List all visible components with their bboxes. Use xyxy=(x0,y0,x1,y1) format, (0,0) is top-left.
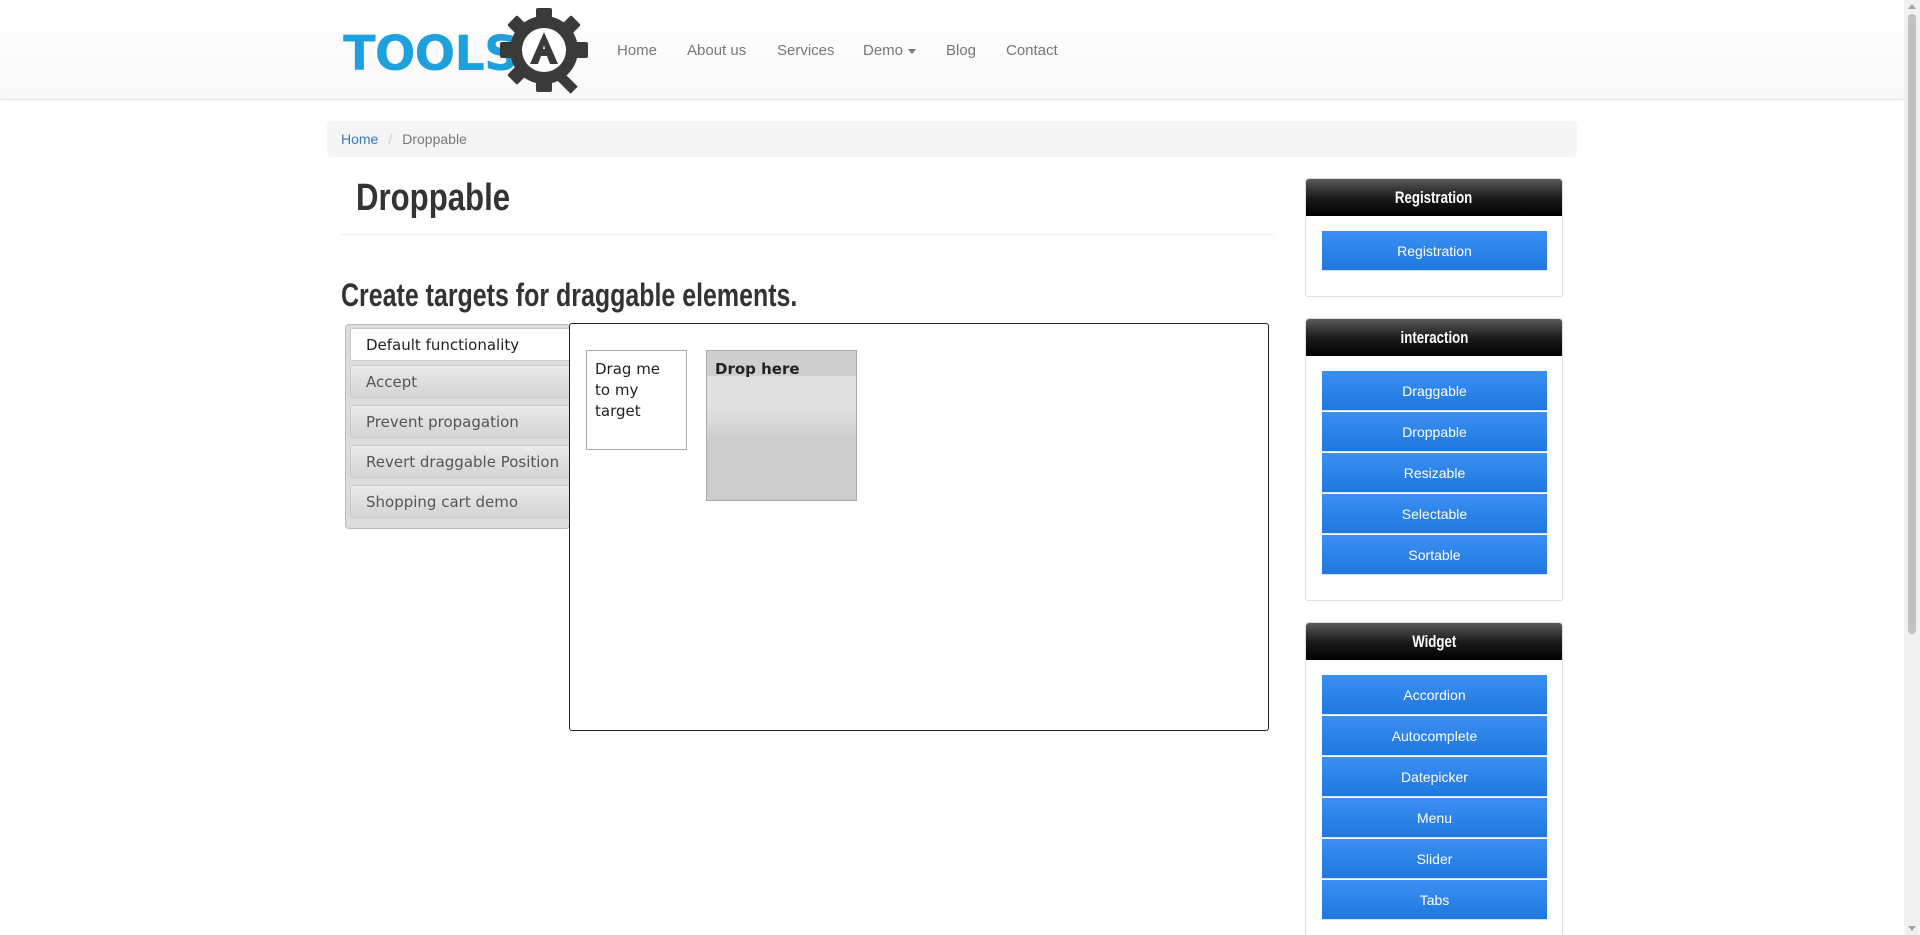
tab-prevent-propagation[interactable]: Prevent propagation xyxy=(350,405,572,438)
tab-default-functionality[interactable]: Default functionality xyxy=(350,328,572,361)
breadcrumb-current: Droppable xyxy=(402,131,467,147)
demo-panel: Drag me to my target Drop here xyxy=(569,323,1269,731)
draggable-button[interactable]: Draggable xyxy=(1322,371,1547,411)
breadcrumb-separator: / xyxy=(388,131,393,147)
logo-text: TOOLS xyxy=(343,26,519,82)
widget-widget: Widget Accordion Autocomplete Datepicker… xyxy=(1305,622,1563,935)
page-scrollbar[interactable] xyxy=(1904,0,1920,935)
toolsqa-logo[interactable]: TOOLS xyxy=(343,6,588,94)
accordion-button[interactable]: Accordion xyxy=(1322,675,1547,715)
breadcrumb-home[interactable]: Home xyxy=(341,131,378,147)
scroll-down-icon[interactable] xyxy=(1908,926,1916,931)
slider-button[interactable]: Slider xyxy=(1322,839,1547,879)
page-subtitle: Create targets for draggable elements. xyxy=(341,277,798,313)
registration-widget-title: Registration xyxy=(1306,179,1562,216)
droppable-target[interactable]: Drop here xyxy=(706,350,857,501)
breadcrumb: Home / Droppable xyxy=(327,121,1577,157)
droppable-button[interactable]: Droppable xyxy=(1322,412,1547,452)
scroll-thumb[interactable] xyxy=(1908,14,1916,634)
nav-demo-label: Demo xyxy=(863,42,904,59)
top-navbar: TOOLS Home About us Services Demo Blog C… xyxy=(0,0,1904,100)
registration-widget: Registration Registration xyxy=(1305,178,1563,297)
scroll-up-icon[interactable] xyxy=(1908,4,1916,9)
tab-accept[interactable]: Accept xyxy=(350,365,572,398)
registration-button[interactable]: Registration xyxy=(1322,231,1547,271)
autocomplete-button[interactable]: Autocomplete xyxy=(1322,716,1547,756)
interaction-widget: interaction Draggable Droppable Resizabl… xyxy=(1305,318,1563,601)
interaction-widget-title: interaction xyxy=(1306,319,1562,356)
widget-widget-title: Widget xyxy=(1306,623,1562,660)
nav-contact[interactable]: Contact xyxy=(1006,41,1058,61)
demo-tabs: Default functionality Accept Prevent pro… xyxy=(345,324,572,529)
nav-home[interactable]: Home xyxy=(617,41,657,61)
title-divider xyxy=(341,234,1274,235)
caret-down-icon xyxy=(908,48,917,54)
nav-blog[interactable]: Blog xyxy=(946,41,976,61)
nav-services[interactable]: Services xyxy=(777,41,835,61)
draggable-box[interactable]: Drag me to my target xyxy=(586,350,687,450)
nav-about-us[interactable]: About us xyxy=(687,41,746,61)
tab-revert-draggable-position[interactable]: Revert draggable Position xyxy=(350,445,572,478)
droppable-label: Drop here xyxy=(707,351,856,378)
menu-button[interactable]: Menu xyxy=(1322,798,1547,838)
tab-shopping-cart-demo[interactable]: Shopping cart demo xyxy=(350,485,572,518)
nav-demo[interactable]: Demo xyxy=(863,41,917,61)
page-title: Droppable xyxy=(356,177,511,219)
tabs-button[interactable]: Tabs xyxy=(1322,880,1547,920)
sortable-button[interactable]: Sortable xyxy=(1322,535,1547,575)
gear-icon xyxy=(500,8,588,94)
resizable-button[interactable]: Resizable xyxy=(1322,453,1547,493)
datepicker-button[interactable]: Datepicker xyxy=(1322,757,1547,797)
selectable-button[interactable]: Selectable xyxy=(1322,494,1547,534)
